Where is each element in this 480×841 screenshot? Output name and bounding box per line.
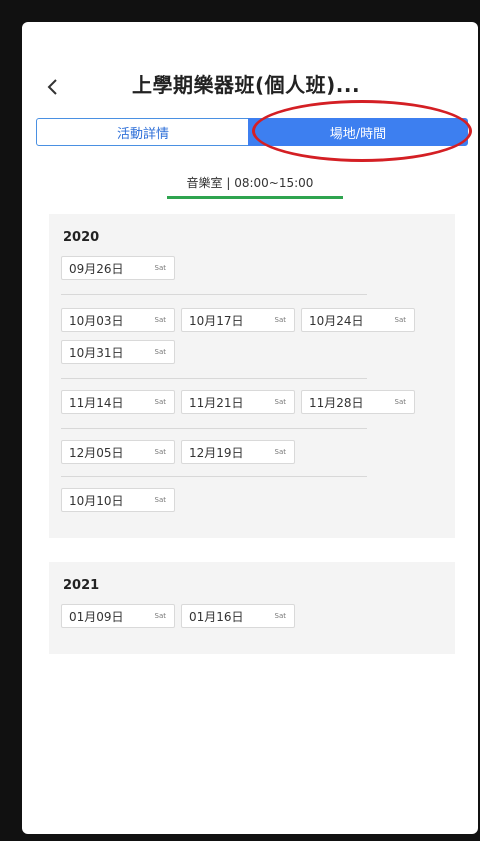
year-label: 2021 [63, 578, 100, 593]
date-text: 10月17日 [189, 313, 244, 328]
date-chip[interactable]: 10月17日 Sat [181, 308, 295, 332]
tab-bar: 活動詳情 場地/時間 [36, 118, 468, 146]
page-title: 上學期樂器班(個人班)... [132, 73, 361, 97]
year-section-2021: 2021 01月09日 Sat 01月16日 Sat [49, 562, 455, 654]
date-chip[interactable]: 10月24日 Sat [301, 308, 415, 332]
date-group: 10月10日 Sat [61, 488, 371, 512]
weekday-text: Sat [154, 316, 166, 324]
divider [61, 294, 367, 295]
date-group: 11月14日 Sat 11月21日 Sat 11月28日 Sat [61, 390, 415, 414]
divider [61, 476, 367, 477]
weekday-text: Sat [154, 264, 166, 272]
year-section-2020: 2020 09月26日 Sat 10月03日 Sat 10月17日 Sat 10… [49, 214, 455, 538]
date-text: 10月03日 [69, 313, 124, 328]
weekday-text: Sat [274, 448, 286, 456]
date-chip[interactable]: 09月26日 Sat [61, 256, 175, 280]
date-chip[interactable]: 11月28日 Sat [301, 390, 415, 414]
back-button[interactable] [38, 73, 66, 101]
date-chip[interactable]: 10月10日 Sat [61, 488, 175, 512]
weekday-text: Sat [394, 398, 406, 406]
date-chip[interactable]: 01月16日 Sat [181, 604, 295, 628]
date-text: 09月26日 [69, 261, 124, 276]
weekday-text: Sat [154, 398, 166, 406]
date-chip[interactable]: 11月14日 Sat [61, 390, 175, 414]
date-text: 12月19日 [189, 445, 244, 460]
date-group: 10月03日 Sat 10月17日 Sat 10月24日 Sat 10月31日 … [61, 308, 415, 364]
date-text: 11月21日 [189, 395, 244, 410]
weekday-text: Sat [274, 612, 286, 620]
location-time-label: 音樂室 | 08:00~15:00 [186, 176, 314, 190]
app-screen: 上學期樂器班(個人班)... 活動詳情 場地/時間 音樂室 | 08:00~15… [22, 22, 478, 834]
date-text: 10月31日 [69, 345, 124, 360]
weekday-text: Sat [394, 316, 406, 324]
date-text: 12月05日 [69, 445, 124, 460]
date-text: 11月28日 [309, 395, 364, 410]
tab-venue-time[interactable]: 場地/時間 [248, 118, 468, 146]
year-label: 2020 [63, 230, 100, 245]
divider [61, 378, 367, 379]
weekday-text: Sat [274, 316, 286, 324]
tab-activity-details[interactable]: 活動詳情 [36, 118, 250, 146]
date-group: 09月26日 Sat [61, 256, 371, 280]
divider [61, 428, 367, 429]
weekday-text: Sat [154, 612, 166, 620]
date-text: 01月09日 [69, 609, 124, 624]
date-text: 10月10日 [69, 493, 124, 508]
weekday-text: Sat [274, 398, 286, 406]
date-chip[interactable]: 01月09日 Sat [61, 604, 175, 628]
date-text: 10月24日 [309, 313, 364, 328]
weekday-text: Sat [154, 348, 166, 356]
date-text: 01月16日 [189, 609, 244, 624]
date-chip[interactable]: 10月03日 Sat [61, 308, 175, 332]
chevron-left-icon [47, 79, 57, 95]
weekday-text: Sat [154, 496, 166, 504]
date-group: 01月09日 Sat 01月16日 Sat [61, 604, 371, 628]
weekday-text: Sat [154, 448, 166, 456]
device-frame: 上學期樂器班(個人班)... 活動詳情 場地/時間 音樂室 | 08:00~15… [0, 0, 480, 841]
date-chip[interactable]: 11月21日 Sat [181, 390, 295, 414]
date-chip[interactable]: 12月19日 Sat [181, 440, 295, 464]
date-chip[interactable]: 10月31日 Sat [61, 340, 175, 364]
date-text: 11月14日 [69, 395, 124, 410]
green-underline [167, 196, 343, 199]
date-group: 12月05日 Sat 12月19日 Sat [61, 440, 371, 464]
date-chip[interactable]: 12月05日 Sat [61, 440, 175, 464]
